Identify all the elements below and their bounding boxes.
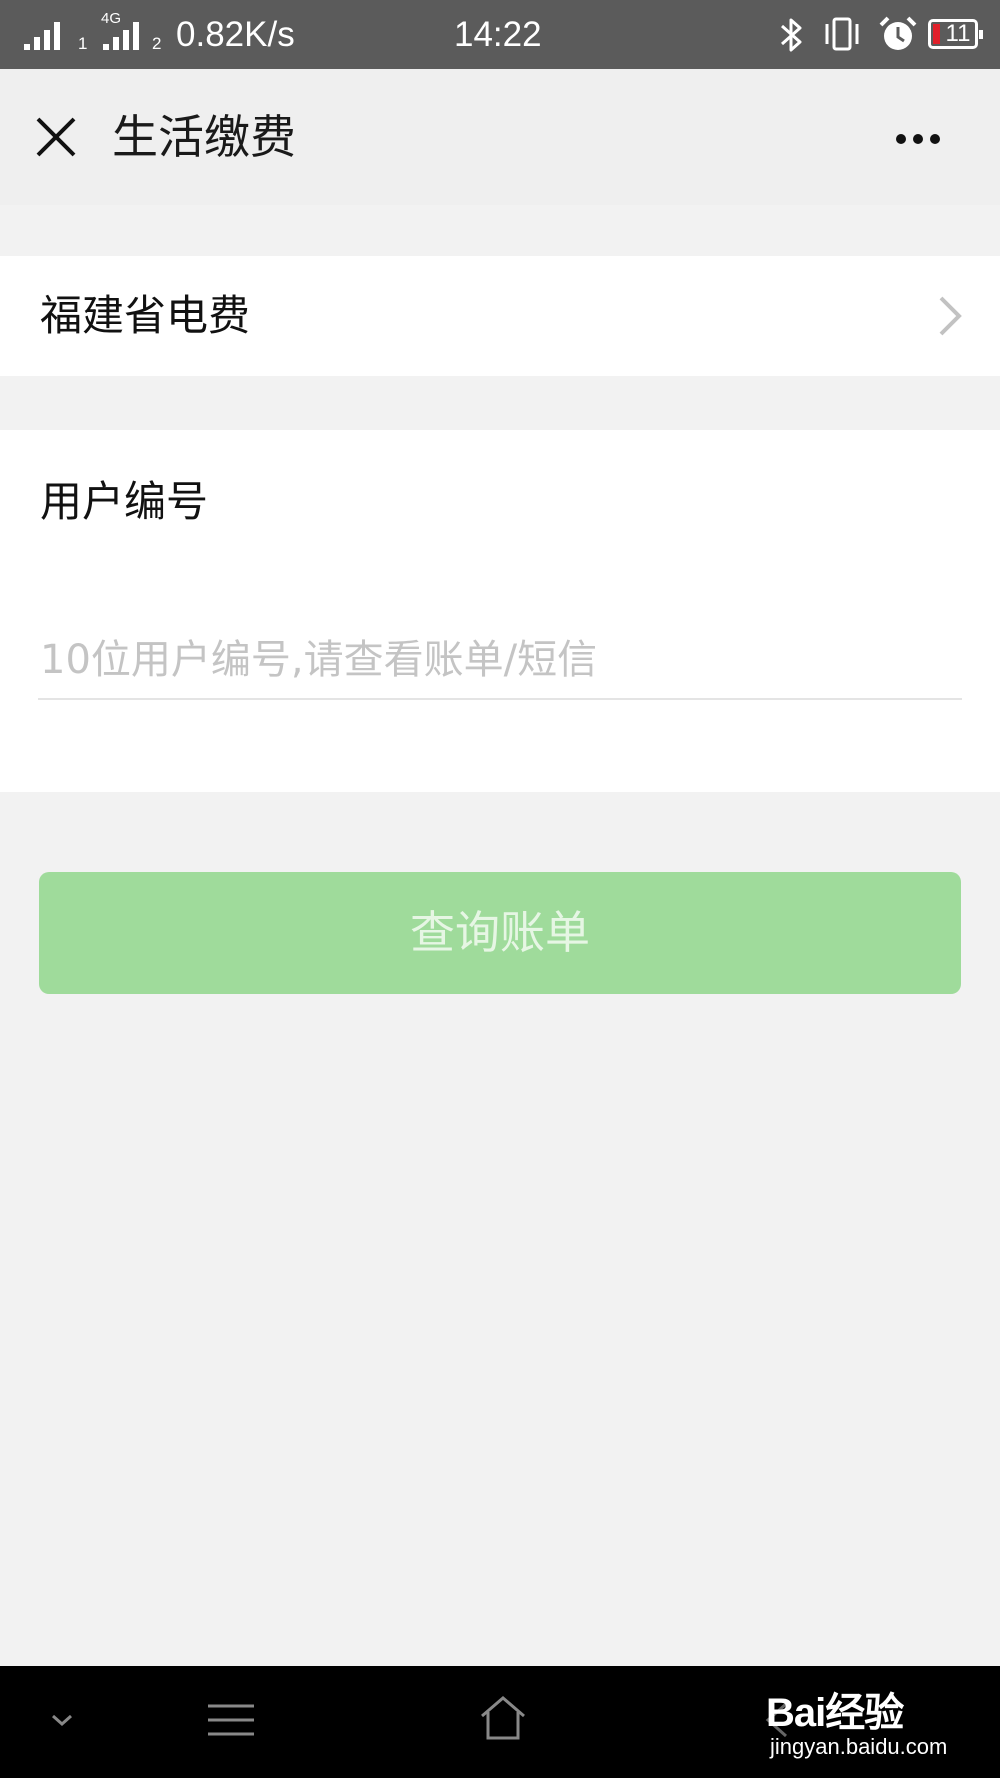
net-speed: 0.82K/s xyxy=(176,15,295,54)
sim1-label: 1 xyxy=(78,34,88,53)
close-icon[interactable] xyxy=(34,115,78,159)
watermark-url: jingyan.baidu.com xyxy=(770,1734,948,1759)
provider-selector[interactable]: 福建省电费 xyxy=(0,256,1000,376)
home-icon[interactable] xyxy=(478,1694,528,1742)
sim2-label: 2 xyxy=(152,34,162,53)
bluetooth-icon xyxy=(781,18,802,52)
signal-icon xyxy=(24,22,60,50)
account-number-label: 用户编号 xyxy=(40,477,209,526)
clock: 14:22 xyxy=(454,15,542,54)
battery-icon: 11 xyxy=(928,19,983,49)
battery-low-indicator xyxy=(933,24,940,44)
vibrate-icon xyxy=(825,17,859,51)
more-icon[interactable] xyxy=(888,121,948,153)
collapse-icon[interactable] xyxy=(50,1710,74,1730)
chevron-right-icon xyxy=(939,296,962,336)
status-bar: 1 4G 2 0.82K/s 14:22 11 xyxy=(0,0,1000,69)
query-bill-button[interactable]: 查询账单 xyxy=(39,872,961,994)
account-number-input[interactable] xyxy=(38,622,962,700)
menu-icon[interactable] xyxy=(206,1702,256,1738)
account-number-card: 用户编号 xyxy=(0,430,1000,792)
signal-icon xyxy=(103,22,139,50)
watermark-logo: Bai经验 xyxy=(766,1691,904,1735)
alarm-icon xyxy=(879,16,917,50)
battery-level: 11 xyxy=(945,20,971,47)
nav-bar: 生活缴费 xyxy=(0,69,1000,205)
provider-label: 福建省电费 xyxy=(40,291,251,340)
more-dot xyxy=(913,134,923,144)
more-dot xyxy=(896,134,906,144)
page-title: 生活缴费 xyxy=(112,110,296,164)
more-dot xyxy=(930,134,940,144)
baidu-jingyan-watermark: Bai经验 jingyan.baidu.com xyxy=(760,1672,980,1772)
